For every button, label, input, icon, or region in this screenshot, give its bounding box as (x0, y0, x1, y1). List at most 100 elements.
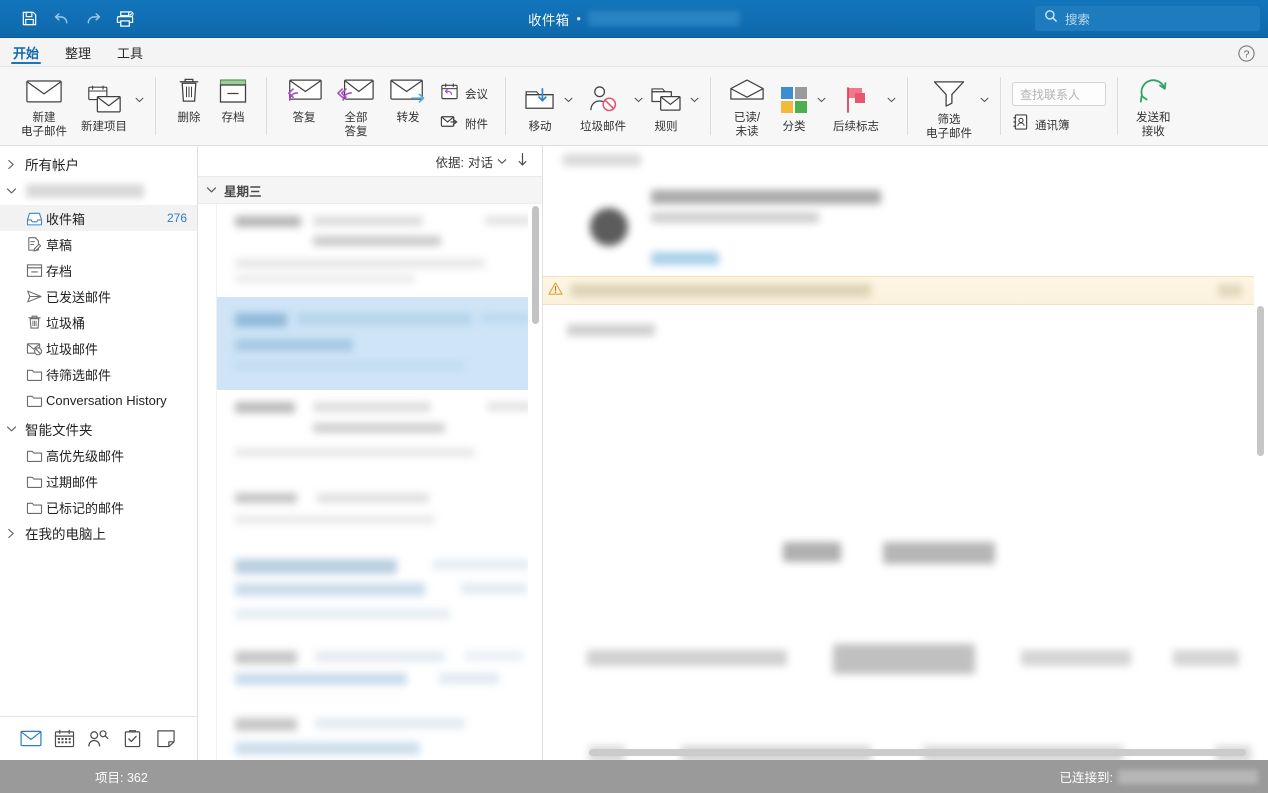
attachment-button[interactable]: 附件 (440, 112, 488, 136)
send-receive-button[interactable]: 发送和 接收 (1129, 67, 1178, 145)
sidebar-item-all-accounts[interactable]: 所有帐户 (0, 151, 197, 177)
save-icon[interactable] (14, 6, 44, 32)
redo-icon[interactable] (78, 6, 108, 32)
chevron-down-icon[interactable] (690, 90, 699, 108)
move-button[interactable]: 移动 (517, 67, 573, 145)
chevron-right-icon[interactable] (0, 528, 22, 539)
list-item-selected[interactable] (217, 297, 528, 390)
sidebar-item-junk[interactable]: 垃圾邮件 (0, 335, 197, 361)
categorize-label: 分类 (783, 120, 806, 134)
arrow-down-icon[interactable] (517, 152, 528, 170)
list-item-unread[interactable] (217, 643, 528, 708)
forward-button[interactable]: 转发 (382, 67, 434, 145)
chevron-down-icon[interactable] (980, 90, 989, 108)
notes-module-button[interactable] (153, 726, 179, 752)
sidebar-item-flagged[interactable]: 已标记的邮件 (0, 494, 197, 520)
sidebar-item-account[interactable] (0, 177, 197, 205)
sidebar-item-trash[interactable]: 垃圾桶 (0, 309, 197, 335)
sidebar-item-on-my-computer[interactable]: 在我的电脑上 (0, 520, 197, 546)
sidebar-item-conversation-history[interactable]: Conversation History (0, 387, 197, 413)
reply-button[interactable]: 答复 (278, 67, 330, 145)
junk-button[interactable]: 垃圾邮件 (573, 67, 643, 145)
chevron-down-icon[interactable] (0, 425, 22, 433)
archive-button[interactable]: 存档 (211, 67, 255, 145)
sidebar-item-inbox[interactable]: 收件箱 276 (0, 205, 197, 231)
calendar-module-button[interactable] (52, 726, 78, 752)
ribbon-group-tags: 已读/ 未读 分类 后续标志 (714, 67, 904, 145)
new-item-button[interactable]: 新建项目 (74, 67, 144, 145)
chevron-down-icon[interactable] (135, 90, 144, 108)
chevron-down-icon[interactable] (887, 90, 896, 108)
warning-text-redacted (571, 284, 871, 297)
warning-action-redacted[interactable] (1218, 284, 1242, 297)
rules-button[interactable]: 规则 (643, 67, 699, 145)
reply-all-button[interactable]: 全部 答复 (330, 67, 382, 145)
tab-tools[interactable]: 工具 (104, 38, 156, 66)
reply-all-icon (337, 73, 375, 109)
sent-label: 已发送邮件 (46, 287, 187, 306)
group-header-label: 星期三 (224, 181, 262, 200)
sidebar-item-to-filter[interactable]: 待筛选邮件 (0, 361, 197, 387)
new-item-icon (85, 82, 123, 118)
message-list-scrollbar[interactable] (531, 206, 540, 758)
trash-icon (22, 314, 46, 330)
chevron-down-icon[interactable] (634, 90, 643, 108)
tab-organize-label: 整理 (65, 43, 91, 62)
list-item[interactable] (217, 204, 528, 297)
chevron-right-icon[interactable] (0, 159, 22, 170)
on-my-computer-label: 在我的电脑上 (22, 523, 187, 543)
mail-module-button[interactable] (18, 726, 44, 752)
sidebar-item-archive[interactable]: 存档 (0, 257, 197, 283)
chevron-down-icon[interactable] (817, 90, 826, 108)
list-item-unread[interactable] (217, 708, 528, 760)
sidebar-item-sent[interactable]: 已发送邮件 (0, 283, 197, 309)
move-inner: 移动 (517, 76, 563, 136)
filter-email-button[interactable]: 筛选 电子邮件 (919, 67, 989, 145)
new-email-button[interactable]: 新建 电子邮件 (14, 67, 74, 145)
chevron-down-icon[interactable] (0, 187, 22, 195)
list-item[interactable] (217, 483, 528, 551)
undo-icon[interactable] (46, 6, 76, 32)
sort-by-button[interactable]: 依据: 对话 (436, 152, 508, 171)
connection-account-redacted (1118, 770, 1258, 784)
print-icon[interactable] (110, 6, 140, 32)
categorize-button[interactable]: 分类 (772, 67, 826, 145)
sidebar-item-overdue[interactable]: 过期邮件 (0, 468, 197, 494)
followup-flag-button[interactable]: 后续标志 (826, 67, 896, 145)
meeting-button[interactable]: 会议 (440, 82, 488, 106)
tab-home[interactable]: 开始 (0, 38, 52, 66)
help-circle-icon[interactable]: ? (1234, 41, 1258, 65)
address-book-button[interactable]: 通讯簿 (1012, 113, 1106, 136)
people-module-button[interactable] (85, 726, 111, 752)
warning-banner (543, 276, 1254, 305)
tasks-module-button[interactable] (119, 726, 145, 752)
tab-organize[interactable]: 整理 (52, 38, 104, 66)
read-unread-button[interactable]: 已读/ 未读 (722, 67, 772, 145)
ribbon-separator (1117, 77, 1118, 135)
find-contact-input[interactable]: 查找联系人 (1012, 82, 1106, 106)
message-list-body (198, 204, 542, 760)
high-priority-label: 高优先级邮件 (46, 446, 187, 465)
all-accounts-label: 所有帐户 (22, 154, 187, 174)
ribbon-separator (1000, 77, 1001, 135)
sidebar-item-drafts[interactable]: 草稿 (0, 231, 197, 257)
message-list: 依据: 对话 星期三 (198, 146, 543, 760)
list-item-unread[interactable] (217, 551, 528, 643)
outlook-window: 收件箱 • 搜索 开始 整理 工具 ? 新建 电子邮件 (0, 0, 1268, 793)
title-account-redacted (588, 11, 740, 26)
reading-pane-scrollbar[interactable] (1256, 306, 1265, 722)
quick-access-toolbar (0, 6, 140, 32)
junk-mail-icon (22, 341, 46, 356)
sidebar-item-smart-folders[interactable]: 智能文件夹 (0, 416, 197, 442)
search-input[interactable]: 搜索 (1035, 6, 1260, 31)
trash-icon (176, 73, 202, 109)
group-header-wednesday[interactable]: 星期三 (198, 177, 542, 204)
delete-button[interactable]: 删除 (167, 67, 211, 145)
forward-label: 转发 (397, 111, 420, 125)
move-label: 移动 (529, 120, 552, 134)
list-item[interactable] (217, 390, 528, 483)
chevron-down-icon[interactable] (564, 90, 573, 108)
reading-pane-hscrollbar[interactable] (589, 749, 1246, 756)
sidebar-item-high-priority[interactable]: 高优先级邮件 (0, 442, 197, 468)
find-contact-placeholder: 查找联系人 (1020, 86, 1080, 103)
